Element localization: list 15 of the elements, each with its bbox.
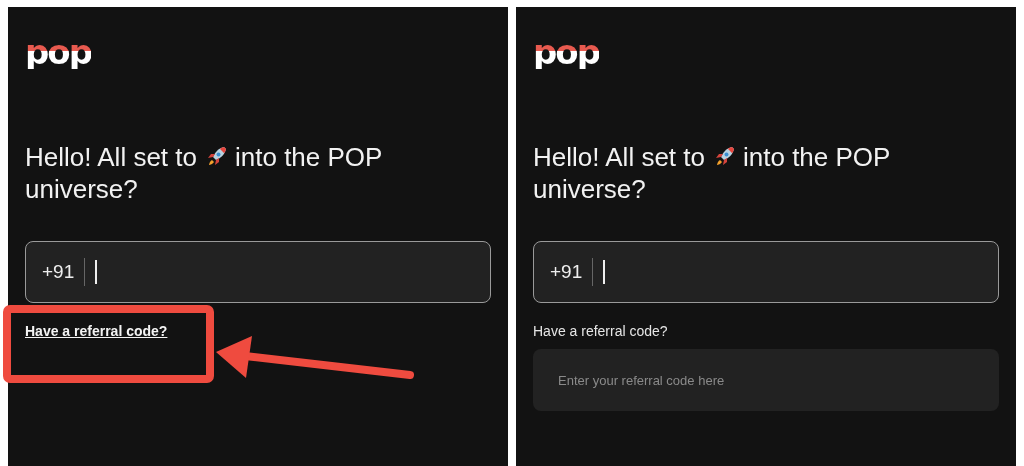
referral-label: Have a referral code? bbox=[533, 323, 668, 339]
heading: Hello! All set to bbox=[533, 141, 705, 173]
referral-link[interactable]: Have a referral code? bbox=[25, 323, 168, 339]
text-cursor bbox=[95, 260, 98, 284]
heading: into the POP bbox=[235, 141, 383, 173]
country-code: +91 bbox=[42, 261, 75, 283]
referral-field[interactable]: Enter your referral code here bbox=[533, 349, 999, 411]
phone-field[interactable]: +91 bbox=[533, 241, 999, 303]
phone-field[interactable]: +91 bbox=[25, 241, 491, 303]
heading: universe? bbox=[25, 173, 138, 205]
country-code: +91 bbox=[550, 261, 583, 283]
heading: universe? bbox=[533, 173, 646, 205]
heading: into the POP bbox=[743, 141, 891, 173]
text-cursor bbox=[603, 260, 606, 284]
heading: Hello! All set to bbox=[25, 141, 197, 173]
